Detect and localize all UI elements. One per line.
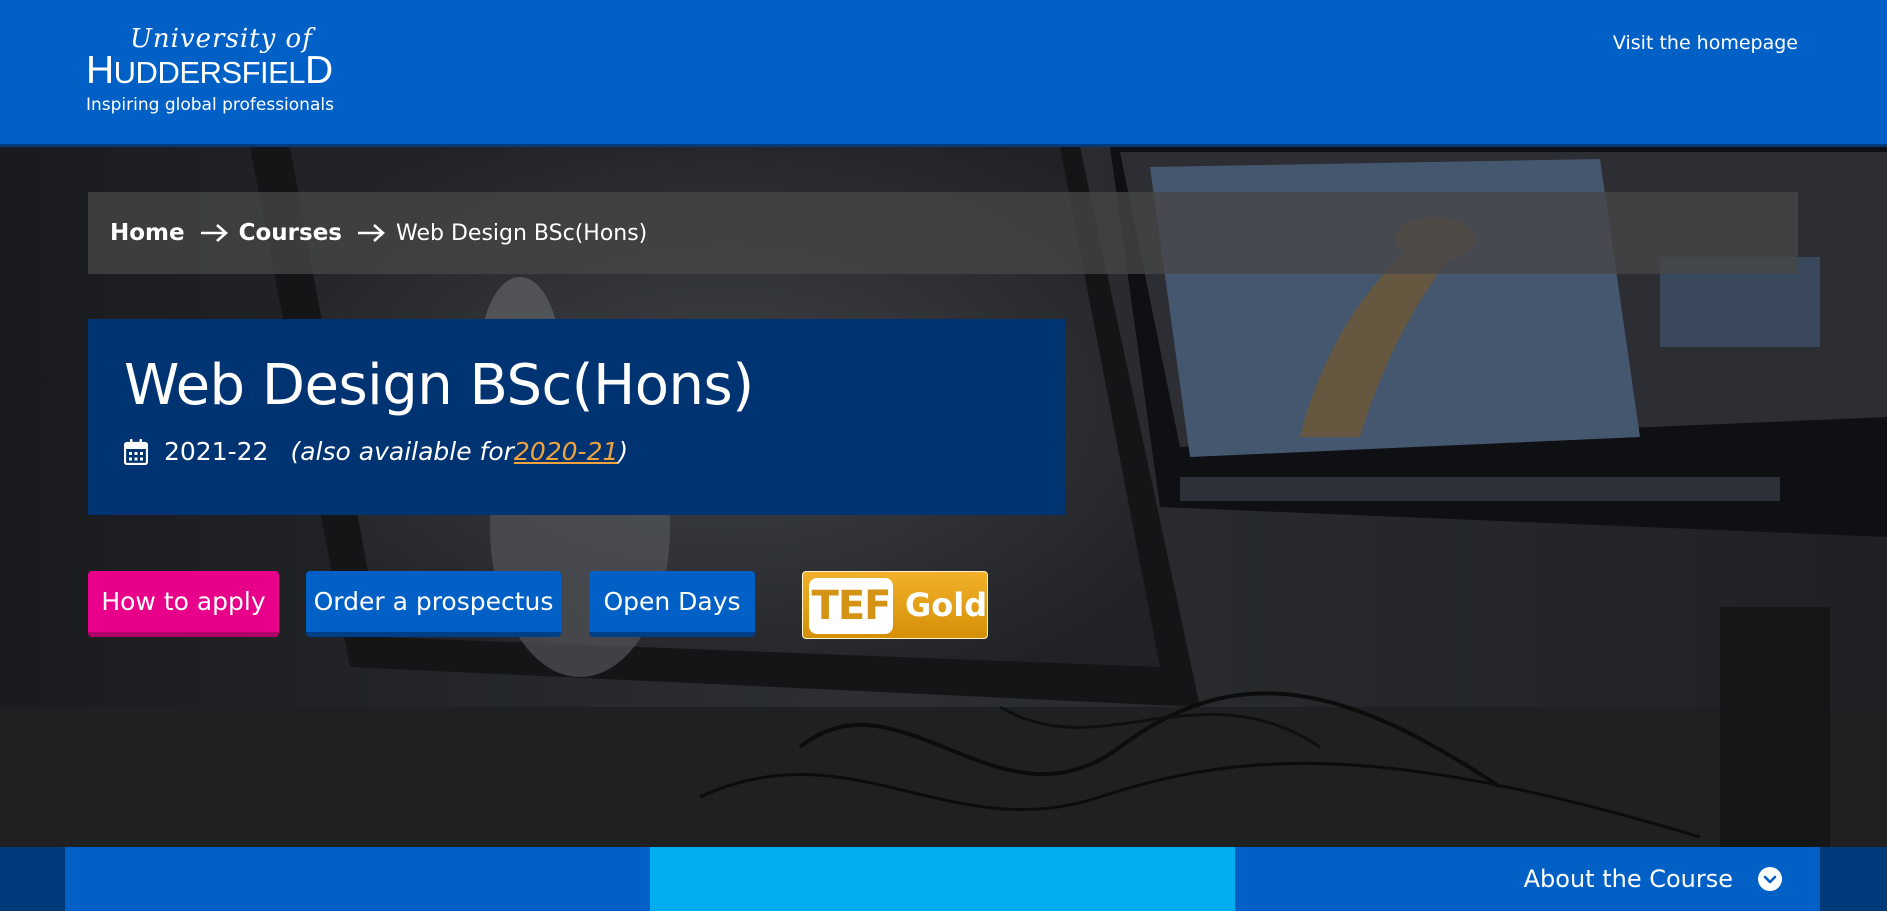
also-available-prefix: (also available for [290,437,514,466]
chevron-down-circle-icon [1758,867,1782,891]
breadcrumb-home-link[interactable]: Home [110,220,185,246]
nav-edge-left [0,847,65,911]
tef-gold-badge[interactable]: TEF Gold [802,571,988,639]
nav-tab-about[interactable]: About the Course [1235,847,1820,911]
nav-tab-1[interactable] [65,847,650,911]
about-the-course-label: About the Course [1523,865,1733,893]
order-prospectus-button[interactable]: Order a prospectus [306,571,561,637]
page-title: Web Design BSc(Hons) [124,353,754,418]
course-title-panel: Web Design BSc(Hons) 2021-22 (also avail… [88,319,1066,515]
nav-tab-2[interactable] [650,847,1235,911]
logo-tagline: Inspiring global professionals [86,95,334,115]
how-to-apply-button[interactable]: How to apply [88,571,279,637]
university-logo[interactable]: University of HUDDERSFIELD Inspiring glo… [86,24,346,120]
nav-edge-right [1820,847,1887,911]
visit-homepage-link[interactable]: Visit the homepage [1613,32,1798,54]
hero-banner: Home Courses Web Design BSc(Hons) Web De… [0,147,1887,847]
course-section-nav: About the Course [0,847,1887,911]
breadcrumb-courses-link[interactable]: Courses [239,220,342,246]
breadcrumb-current: Web Design BSc(Hons) [396,220,648,246]
breadcrumb: Home Courses Web Design BSc(Hons) [88,192,1798,274]
tef-label: TEF [809,578,893,634]
logo-huddersfield: HUDDERSFIELD [86,49,333,93]
logo-name-first: H [86,49,114,92]
open-days-button[interactable]: Open Days [589,571,755,637]
arrow-right-icon [200,224,228,242]
also-available-suffix: ) [618,437,629,466]
site-header: University of HUDDERSFIELD Inspiring glo… [0,0,1887,147]
course-year: 2021-22 [164,437,269,466]
tef-gold-label: Gold [905,586,988,624]
logo-name-rest: UDDERSFIEL [113,55,306,90]
course-year-row: 2021-22 (also available for 2020-21 ) [124,437,628,466]
calendar-icon [124,438,148,465]
arrow-right-icon [358,224,385,242]
logo-name-last: D [305,49,333,92]
alternate-year-link[interactable]: 2020-21 [514,437,618,466]
about-the-course-dropdown[interactable]: About the Course [1524,847,1783,911]
